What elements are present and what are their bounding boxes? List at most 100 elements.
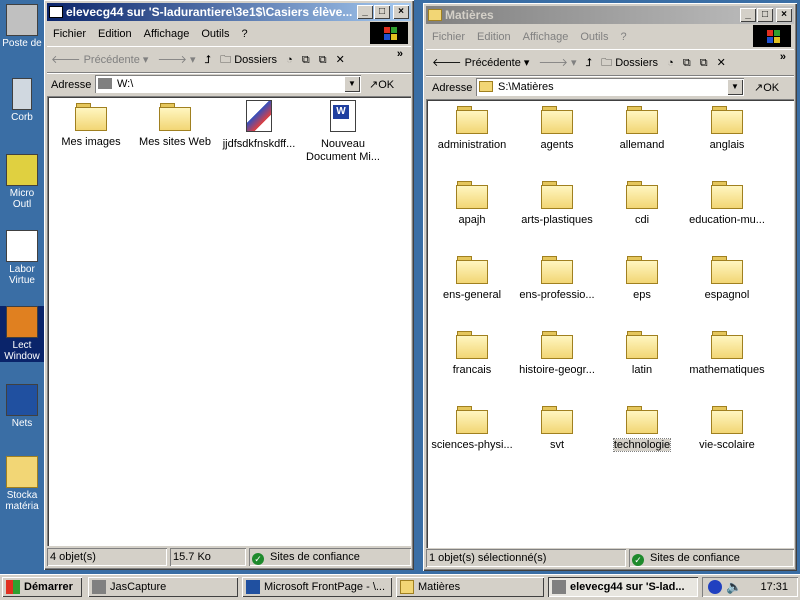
start-button[interactable]: Démarrer — [2, 577, 82, 597]
address-dropdown-button[interactable]: ▼ — [344, 76, 360, 92]
copy-to-button[interactable]: ⧉ — [319, 47, 327, 73]
folder-item[interactable]: allemand — [600, 105, 684, 152]
forward-button[interactable]: 🡒 ▾ — [538, 50, 576, 76]
menu-affichage[interactable]: Affichage — [138, 24, 196, 44]
menu-edition[interactable]: Edition — [471, 27, 517, 47]
folder-item[interactable]: education-mu... — [685, 180, 769, 227]
folder-item[interactable]: espagnol — [685, 255, 769, 302]
minimize-button[interactable]: _ — [357, 5, 373, 19]
desktop-icon-lecteur[interactable]: Lect Window — [0, 306, 44, 362]
file-item[interactable]: jjdfsdkfnskdff... — [217, 100, 301, 151]
folder-item[interactable]: ens-professio... — [515, 255, 599, 302]
move-to-button[interactable]: ⧉ — [302, 47, 310, 73]
back-arrow-icon: 🡐 — [51, 54, 81, 67]
menu-fichier[interactable]: Fichier — [47, 24, 92, 44]
maximize-button[interactable]: □ — [374, 5, 390, 19]
folder-item[interactable]: arts-plastiques — [515, 180, 599, 227]
network-status-icon[interactable] — [708, 580, 722, 594]
folder-item[interactable]: apajh — [430, 180, 514, 227]
delete-icon: ✕ — [716, 57, 726, 70]
taskbar-item-elevecg44[interactable]: elevecg44 sur 'S-lad... — [548, 577, 698, 597]
folder-item[interactable]: svt — [515, 405, 599, 452]
copy-to-button[interactable]: ⧉ — [700, 50, 708, 76]
folder-label: education-mu... — [689, 214, 765, 226]
folder-item[interactable]: anglais — [685, 105, 769, 152]
toolbar-more-button[interactable]: » — [780, 44, 786, 70]
folder-item[interactable]: agents — [515, 105, 599, 152]
menu-bar: Fichier Edition Affichage Outils? — [47, 24, 367, 44]
folder-item[interactable]: administration — [430, 105, 514, 152]
media-player-icon — [6, 306, 38, 338]
history-button[interactable]: ◔ — [667, 50, 674, 76]
folder-item[interactable]: histoire-geogr... — [515, 330, 599, 377]
folder-item[interactable]: latin — [600, 330, 684, 377]
file-item[interactable]: Mes images — [49, 102, 133, 149]
desktop-icon-outlook[interactable]: Micro Outl — [0, 154, 44, 210]
up-folder-button[interactable]: ⮥ — [586, 50, 593, 76]
folder-label: apajh — [458, 214, 486, 226]
desktop-icon-netscape[interactable]: Nets — [0, 384, 44, 429]
desktop-icon-recycle-bin[interactable]: Corb — [0, 78, 44, 123]
desktop-icon-computer[interactable]: Poste de — [0, 4, 44, 49]
address-input[interactable]: S:\Matières ▼ — [476, 78, 744, 96]
taskbar-item-jascapture[interactable]: JasCapture — [88, 577, 238, 597]
desktop-icon-laboratoire[interactable]: Labor Virtue — [0, 230, 44, 286]
folder-item[interactable]: francais — [430, 330, 514, 377]
folder-item[interactable]: cdi — [600, 180, 684, 227]
volume-icon[interactable]: 🔈 — [726, 577, 742, 597]
close-button[interactable]: × — [776, 8, 792, 22]
folder-item[interactable]: vie-scolaire — [685, 405, 769, 452]
folder-item[interactable]: ens-general — [430, 255, 514, 302]
folder-label: ens-general — [442, 289, 502, 301]
frontpage-icon — [246, 580, 260, 594]
forward-button[interactable]: 🡒 ▾ — [157, 47, 195, 73]
toolbar: 🡐 Précédente ▾ 🡒 ▾ ⮥ 🗀 Dossiers ◔ ⧉ ⧉ ✕ … — [426, 49, 794, 76]
back-button[interactable]: 🡐 Précédente ▾ — [51, 47, 148, 73]
menu-edition[interactable]: Edition — [92, 24, 138, 44]
folder-item[interactable]: technologie — [600, 405, 684, 452]
copy-to-icon: ⧉ — [699, 57, 708, 70]
folder-icon — [541, 405, 573, 434]
back-button[interactable]: 🡐 Précédente ▾ — [432, 50, 529, 76]
folder-label: anglais — [709, 139, 745, 151]
folder-label: sciences-physi... — [431, 439, 513, 451]
word-document-icon: W — [330, 100, 356, 132]
go-button[interactable]: ↗OK — [369, 73, 394, 97]
up-folder-icon: ⮥ — [585, 57, 593, 70]
menu-fichier[interactable]: Fichier — [426, 27, 471, 47]
clock[interactable]: 17:31 — [760, 577, 788, 597]
up-folder-button[interactable]: ⮥ — [205, 47, 212, 73]
folder-icon — [159, 102, 191, 131]
history-button[interactable]: ◔ — [286, 47, 293, 73]
taskbar-item-matieres[interactable]: Matières — [396, 577, 544, 597]
folder-label: francais — [452, 364, 492, 376]
move-to-button[interactable]: ⧉ — [683, 50, 691, 76]
folders-button[interactable]: 🗀 Dossiers — [220, 47, 277, 73]
menu-outils[interactable]: Outils — [195, 24, 235, 44]
delete-button[interactable]: ✕ — [336, 47, 345, 73]
folder-item[interactable]: sciences-physi... — [430, 405, 514, 452]
address-dropdown-button[interactable]: ▼ — [727, 79, 743, 95]
toolbar-more-button[interactable]: » — [397, 41, 403, 67]
desktop-icon-stockage[interactable]: Stocka matéria — [0, 456, 44, 512]
close-button[interactable]: × — [393, 5, 409, 19]
folder-title-icon — [428, 9, 442, 21]
folder-item[interactable]: eps — [600, 255, 684, 302]
delete-button[interactable]: ✕ — [717, 50, 726, 76]
window-titlebar[interactable]: elevecg44 sur 'S-ladurantiere\3e1$\Casie… — [47, 3, 411, 21]
file-item[interactable]: Mes sites Web — [133, 102, 217, 149]
folders-button[interactable]: 🗀 Dossiers — [601, 50, 658, 76]
address-input[interactable]: W:\ ▼ — [95, 75, 361, 93]
menu-affichage[interactable]: Affichage — [517, 27, 575, 47]
go-button[interactable]: ↗OK — [754, 76, 779, 100]
folder-item[interactable]: mathematiques — [685, 330, 769, 377]
maximize-button[interactable]: □ — [757, 8, 773, 22]
window-titlebar[interactable]: Matières _ □ × — [426, 6, 794, 24]
taskbar-item-frontpage[interactable]: Microsoft FrontPage - \... — [242, 577, 392, 597]
menu-help[interactable]: ? — [614, 27, 632, 47]
menu-help[interactable]: ? — [235, 24, 253, 44]
minimize-button[interactable]: _ — [740, 8, 756, 22]
folder-icon — [711, 330, 743, 359]
menu-outils[interactable]: Outils — [574, 27, 614, 47]
file-item[interactable]: W Nouveau Document Mi... — [301, 100, 385, 164]
